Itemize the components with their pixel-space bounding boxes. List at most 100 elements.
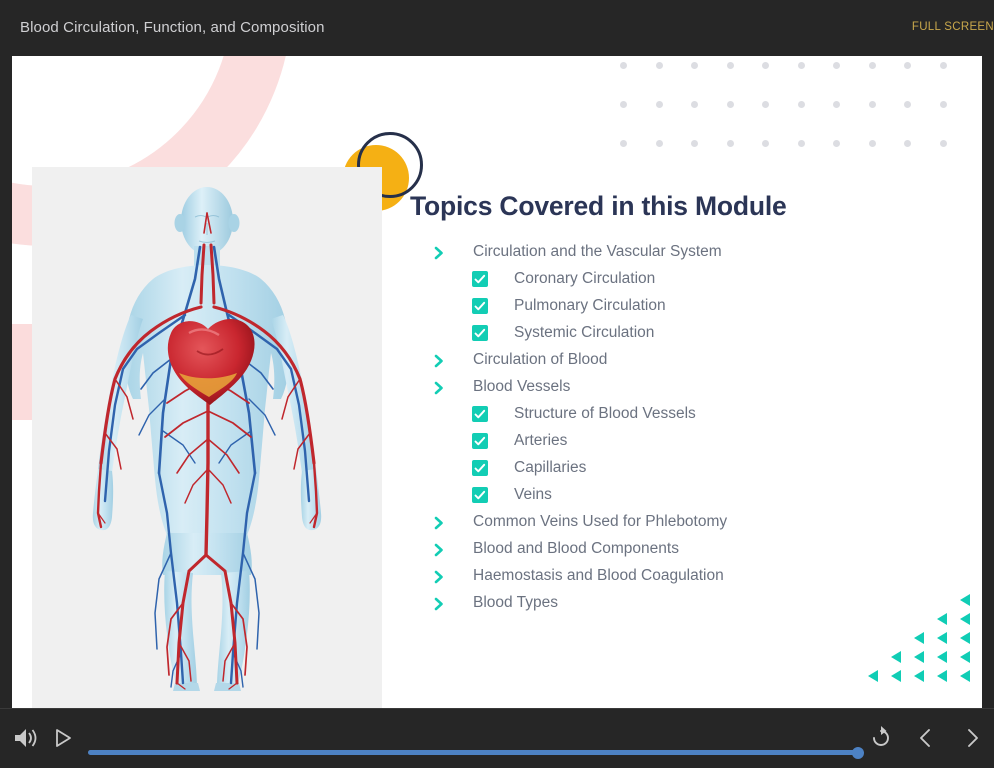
triangle-left-icon [937, 613, 947, 625]
grid-dot [868, 140, 876, 147]
slide-canvas: Topics Covered in this Module Circulatio… [12, 56, 982, 708]
chevron-right-icon [434, 512, 450, 530]
grid-dot [797, 140, 805, 147]
grid-dot [939, 62, 947, 69]
triangle-left-icon [960, 670, 970, 682]
checkbox-checked-icon [472, 487, 488, 503]
list-item-label: Veins [514, 486, 552, 503]
triangle-left-icon [891, 670, 901, 682]
list-item[interactable]: Circulation and the Vascular System [410, 242, 970, 269]
chevron-right-icon [434, 593, 450, 611]
grid-dot [726, 101, 734, 108]
list-item-label: Structure of Blood Vessels [514, 405, 696, 422]
list-item[interactable]: Veins [410, 485, 970, 512]
grid-dot [726, 140, 734, 147]
grid-dot [833, 62, 840, 69]
list-item-label: Blood and Blood Components [473, 540, 679, 557]
seek-bar-handle[interactable] [852, 746, 864, 759]
grid-dot [797, 101, 805, 108]
list-item-label: Capillaries [514, 459, 587, 476]
triangle-left-icon [937, 670, 947, 682]
list-item[interactable]: Structure of Blood Vessels [410, 404, 970, 431]
list-item-label: Blood Types [473, 594, 559, 611]
checkbox-checked-icon [472, 271, 488, 287]
checkbox-checked-icon [472, 325, 488, 341]
triangle-left-icon [914, 651, 924, 663]
triangle-left-icon [960, 594, 970, 606]
chevron-right-icon [434, 350, 450, 368]
triangle-pattern-decoration [850, 594, 970, 694]
grid-dot [655, 62, 663, 69]
triangle-left-icon [960, 651, 970, 663]
chevron-right-icon [434, 566, 450, 584]
list-item[interactable]: Systemic Circulation [410, 323, 970, 350]
triangle-left-icon [937, 651, 947, 663]
next-slide-icon[interactable] [960, 723, 986, 753]
course-player: Blood Circulation, Function, and Composi… [0, 0, 994, 768]
grid-dot [868, 101, 876, 108]
play-icon[interactable] [50, 723, 76, 753]
list-item-label: Blood Vessels [473, 378, 571, 395]
list-item[interactable]: Coronary Circulation [410, 269, 970, 296]
list-item[interactable]: Circulation of Blood [410, 350, 970, 377]
checkbox-checked-icon [472, 460, 488, 476]
list-item[interactable]: Blood and Blood Components [410, 539, 970, 566]
list-item[interactable]: Pulmonary Circulation [410, 296, 970, 323]
player-header: Blood Circulation, Function, and Composi… [0, 0, 994, 56]
chevron-right-icon [434, 377, 450, 395]
list-item-label: Common Veins Used for Phlebotomy [473, 513, 728, 530]
grid-dot [762, 140, 769, 147]
triangle-left-icon [891, 651, 901, 663]
slide-content: Topics Covered in this Module Circulatio… [410, 191, 970, 620]
list-item-label: Systemic Circulation [514, 324, 655, 341]
grid-dot [797, 62, 805, 69]
human-circulatory-system-icon [92, 187, 322, 691]
grid-dot [691, 101, 698, 108]
grid-dot [868, 62, 876, 69]
list-item-label: Haemostasis and Blood Coagulation [473, 567, 724, 584]
grid-dot [762, 62, 769, 69]
list-item-label: Circulation of Blood [473, 351, 608, 368]
grid-dot [726, 62, 734, 69]
grid-dot [762, 101, 769, 108]
triangle-left-icon [960, 613, 970, 625]
grid-dot [691, 62, 698, 69]
grid-dot [904, 62, 911, 69]
grid-dot [904, 140, 911, 147]
triangle-left-icon [868, 670, 878, 682]
grid-dot [655, 140, 663, 147]
dot-grid-decoration [620, 56, 960, 166]
chevron-right-icon [434, 539, 450, 557]
topics-covered-list: Circulation and the Vascular System Coron… [410, 242, 970, 620]
list-item-label: Arteries [514, 432, 568, 449]
grid-dot [833, 101, 840, 108]
list-item[interactable]: Haemostasis and Blood Coagulation [410, 566, 970, 593]
player-controls [0, 708, 994, 768]
triangle-left-icon [914, 670, 924, 682]
grid-dot [904, 101, 911, 108]
grid-dot [691, 140, 698, 147]
speaker-volume-icon[interactable] [10, 723, 40, 753]
list-item[interactable]: Blood Vessels [410, 377, 970, 404]
checkbox-checked-icon [472, 433, 488, 449]
checkbox-checked-icon [472, 406, 488, 422]
triangle-left-icon [937, 632, 947, 644]
list-item[interactable]: Common Veins Used for Phlebotomy [410, 512, 970, 539]
grid-dot [833, 140, 840, 147]
previous-slide-icon[interactable] [912, 723, 938, 753]
list-item-label: Coronary Circulation [514, 270, 656, 287]
grid-dot [620, 140, 627, 147]
seek-bar[interactable] [88, 746, 864, 759]
replay-icon[interactable] [868, 723, 894, 753]
triangle-left-icon [960, 632, 970, 644]
list-item[interactable]: Arteries [410, 431, 970, 458]
grid-dot [655, 101, 663, 108]
illustration-panel [32, 167, 382, 708]
list-item[interactable]: Capillaries [410, 458, 970, 485]
seek-bar-fill [88, 750, 858, 755]
grid-dot [620, 62, 627, 69]
grid-dot [939, 101, 947, 108]
list-item-label: Pulmonary Circulation [514, 297, 666, 314]
checkbox-checked-icon [472, 298, 488, 314]
fullscreen-button[interactable]: FULL SCREEN [912, 21, 994, 33]
